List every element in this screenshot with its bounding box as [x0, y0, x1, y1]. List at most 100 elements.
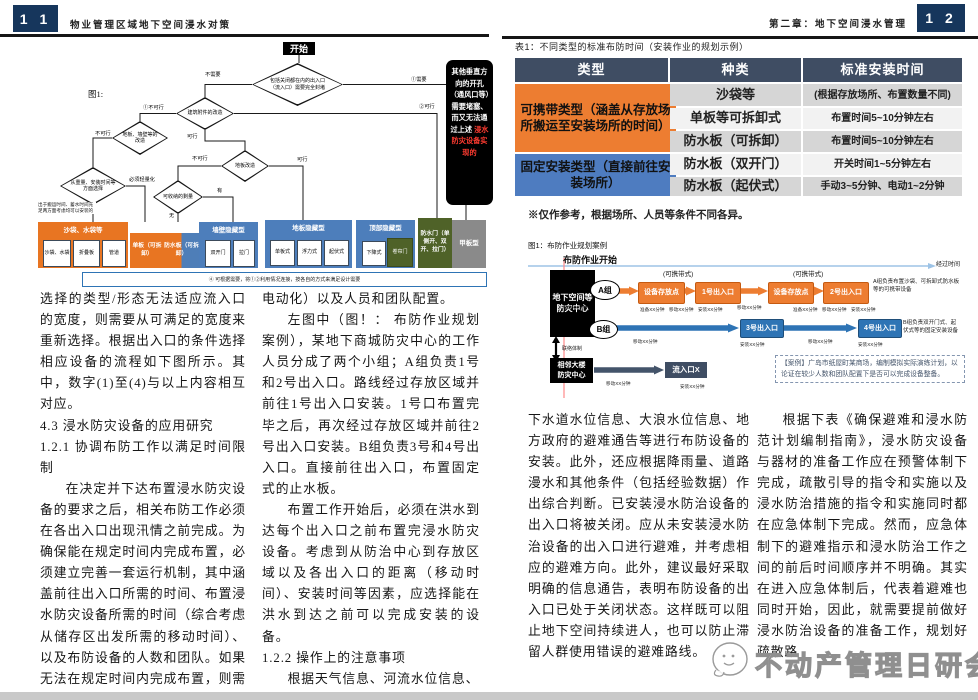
category-floor-hidden: 地板隐藏型 单板式 浮力式 起伏式	[265, 220, 352, 268]
entrance-4-box: 4号出入口	[858, 319, 902, 338]
category-item: 下降式	[362, 241, 386, 266]
flow-side-note: 出于搬运时间、蓄水时间充足两方面考虑均可以安装的	[38, 202, 96, 214]
category-item: 沙袋、水袋	[43, 240, 71, 267]
table-reference-note: ※仅作参考，根据场所、人员等条件不同各异。	[528, 207, 749, 222]
timing-label: 移动XX分钟	[822, 307, 847, 313]
paragraph: 下水道水位信息、大浪水位信息、地方政府的避难通告等进行布防设备的安装。此外，还应…	[528, 410, 750, 663]
flowchart-footnote-strip: ④ 可根据需要，将①②利用情况连接，按各自的方式来满足设计需要	[82, 272, 487, 287]
category-item: 管道	[102, 240, 126, 267]
table-cell-time: (根据存放场所、布置数量不同)	[803, 84, 962, 106]
flow-edge-label-need: ①需要	[410, 76, 428, 83]
table-cell-kind: 防水板（双开门）	[670, 154, 801, 175]
flow-diamond-entrance: 包括关闭都在内的出入口（流入口）需要完全封堵	[252, 63, 343, 106]
table-cell-kind: 防水板（起伏式）	[670, 177, 801, 196]
entrance-3-box: 3号出入口	[740, 319, 784, 338]
section-heading: 1.2.2 操作上的注意事项	[262, 648, 480, 669]
category-deck: 甲板型	[452, 220, 486, 268]
table-cell-kind: 单板等可拆卸式	[670, 108, 801, 129]
flow-edge-label-infeasible-c: 不可行	[94, 130, 112, 137]
portable-label-2: (可携带式)	[793, 268, 823, 278]
left-text-column-1: 选择的类型/形态无法适应流入口的宽度，则需要从可满足的宽度来重新选择。根据出入口…	[40, 289, 246, 700]
table-cell-time: 开关时间1~5分钟左右	[803, 154, 962, 175]
group-b-ellipse: B组	[589, 320, 618, 339]
category-item: 拉门	[233, 240, 255, 267]
timing-label: 安装XX分钟	[740, 342, 765, 348]
category-waterboard: 防水板（可拆卸）	[162, 233, 201, 268]
table-cell-time: 布置时间5~10分钟左右	[803, 131, 962, 152]
category-item: 双开门	[205, 240, 231, 267]
category-sandbag: 沙袋、水袋等 沙袋、水袋 折叠板 管道	[38, 222, 128, 268]
section-heading: 4.3 浸水防灾设备的应用研究	[40, 416, 246, 437]
group-a-ellipse: A组	[590, 280, 620, 300]
inflow-x-box: 流入口X	[665, 362, 707, 378]
timing-label: 移动XX分钟	[808, 339, 833, 345]
left-page-number: 1 1	[13, 5, 58, 32]
flow-vent-note-box: 其他垂直方向的开孔（通风口等）需要堵塞、而又无法通过上述 浸水防灾设备实现的	[446, 60, 493, 205]
table-group-portable: 可携带类型（涵盖从存放场所搬运至安装场所的时间）	[515, 84, 676, 152]
timing-label: 安装XX分钟	[680, 384, 705, 390]
table-header-kind: 种类	[670, 58, 801, 82]
timing-label: 安装XX分钟	[858, 342, 883, 348]
timing-label: 移动XX分钟	[563, 305, 588, 311]
paragraph: 根据天气信息、河流水位信息、	[262, 669, 480, 690]
flow-start-node: 开始	[283, 42, 315, 55]
timing-label: 移动XX分钟	[737, 305, 762, 311]
paragraph: 布置工作开始后，必须在洪水到达每个出入口之前布置完浸水防灾设备。考虑到从防治中心…	[262, 500, 480, 648]
left-header-title: 物业管理区域地下空间浸水对策	[70, 17, 231, 31]
entrance-2-box: 2号出入口	[823, 282, 869, 304]
timing-label: 移动XX分钟	[633, 339, 658, 345]
timing-label: 安装XX分钟	[698, 307, 723, 313]
flow-edge-label-has: 有	[216, 187, 223, 194]
category-plank: 单板（可拆卸）	[130, 233, 164, 268]
flow-diamond-building: 建筑附件的改造	[176, 97, 234, 130]
paragraph: 在决定并下达布置浸水防灾设备的要求之后，相关布防工作必须在各出入口出现汛情之前完…	[40, 479, 246, 700]
timing-label: 准备XX分钟	[793, 307, 818, 313]
right-text-column-1: 下水道水位信息、大浪水位信息、地方政府的避难通告等进行布防设备的安装。此外，还应…	[528, 410, 750, 663]
category-item: 浮力式	[297, 240, 322, 266]
watermark-text: 不动产管理日研会	[755, 644, 978, 683]
portable-label-1: (可携带式)	[663, 268, 693, 278]
table-cell-kind: 防水板（可拆卸）	[670, 131, 801, 152]
case-example-box: 【案例】广岛市纸屋町某商场，编制模拟实际演练计划，以论证在较少人数和团队配置下是…	[775, 355, 965, 383]
neighbor-building-center-box: 相邻大楼 防灾中心	[550, 358, 593, 383]
category-item: 起伏式	[324, 240, 349, 266]
storage-point-box-2: 设备存放点	[768, 282, 814, 304]
flow-edge-label-lightweight: 必须轻量化	[128, 176, 156, 183]
figure1-label-left: 图1:	[88, 88, 103, 100]
entrance-1-box: 1号出入口	[695, 282, 741, 304]
table-cell-time: 布置时间5~10分钟左右	[803, 108, 962, 129]
storage-point-box-1: 设备存放点	[638, 282, 685, 304]
liaison-label: 联络体制	[562, 345, 582, 352]
flow-edge-label-feasible-b: 可行	[186, 133, 198, 140]
category-item: 单板式	[270, 240, 295, 266]
page-bottom-edge	[0, 692, 978, 700]
section-heading: 1.2.1 协调布防工作以满足时间限制	[40, 437, 246, 479]
timing-label: 安装XX分钟	[851, 307, 876, 313]
group-a-note: A组负责布置沙袋、可拆卸式防水板等的可携带设备	[873, 279, 963, 294]
flow-edge-label-infeasible1: ①不可行	[142, 104, 165, 111]
category-top-hidden: 顶部隐藏型 下降式 卷帘门	[356, 220, 415, 268]
diagram-start-label: 布防作业开始	[563, 253, 617, 266]
flow-diamond-floor: 地板改造	[221, 150, 269, 182]
flow-diamond-floorwall: 地板、墙壁等的改造	[112, 121, 168, 155]
right-page-number: 1 2	[917, 4, 965, 32]
flow-diamond-weight: 从重量、安装时间等方面选择	[60, 167, 126, 205]
category-waterproof-door: 防水门（单侧开、双开、拉门）	[418, 218, 452, 268]
right-header-title: 第二章：地下空间浸水管理	[769, 16, 907, 30]
table-cell-time: 手动3~5分钟、电动1~2分钟	[803, 177, 962, 196]
table-header-time: 标准安装时间	[803, 58, 962, 82]
flow-edge-label-none: 无	[168, 212, 175, 219]
table1-caption: 表1：不同类型的标准布防时间（安装作业的规划示例）	[515, 40, 749, 53]
flow-edge-label-infeasible-d: 不可行	[191, 155, 209, 162]
left-header-rule	[0, 34, 489, 37]
flow-diamond-storage: 可收纳的剩量	[153, 180, 203, 214]
category-item: 折叠板	[73, 240, 100, 267]
paragraph: 选择的类型/形态无法适应流入口的宽度，则需要从可满足的宽度来重新选择。根据出入口…	[40, 289, 246, 416]
table-cell-kind: 沙袋等	[670, 84, 801, 106]
table-header-type: 类型	[515, 58, 668, 82]
group-b-note: B组负责双开门式、起伏式等的固定安装设备	[903, 320, 961, 335]
table-group-fixed: 固定安装类型（直接前往安装场所）	[515, 154, 676, 196]
society-logo-icon	[700, 640, 752, 682]
timing-label: 移动XX分钟	[606, 381, 631, 387]
category-wall-hidden: 墙壁隐藏型 双开门 拉门	[199, 222, 258, 268]
